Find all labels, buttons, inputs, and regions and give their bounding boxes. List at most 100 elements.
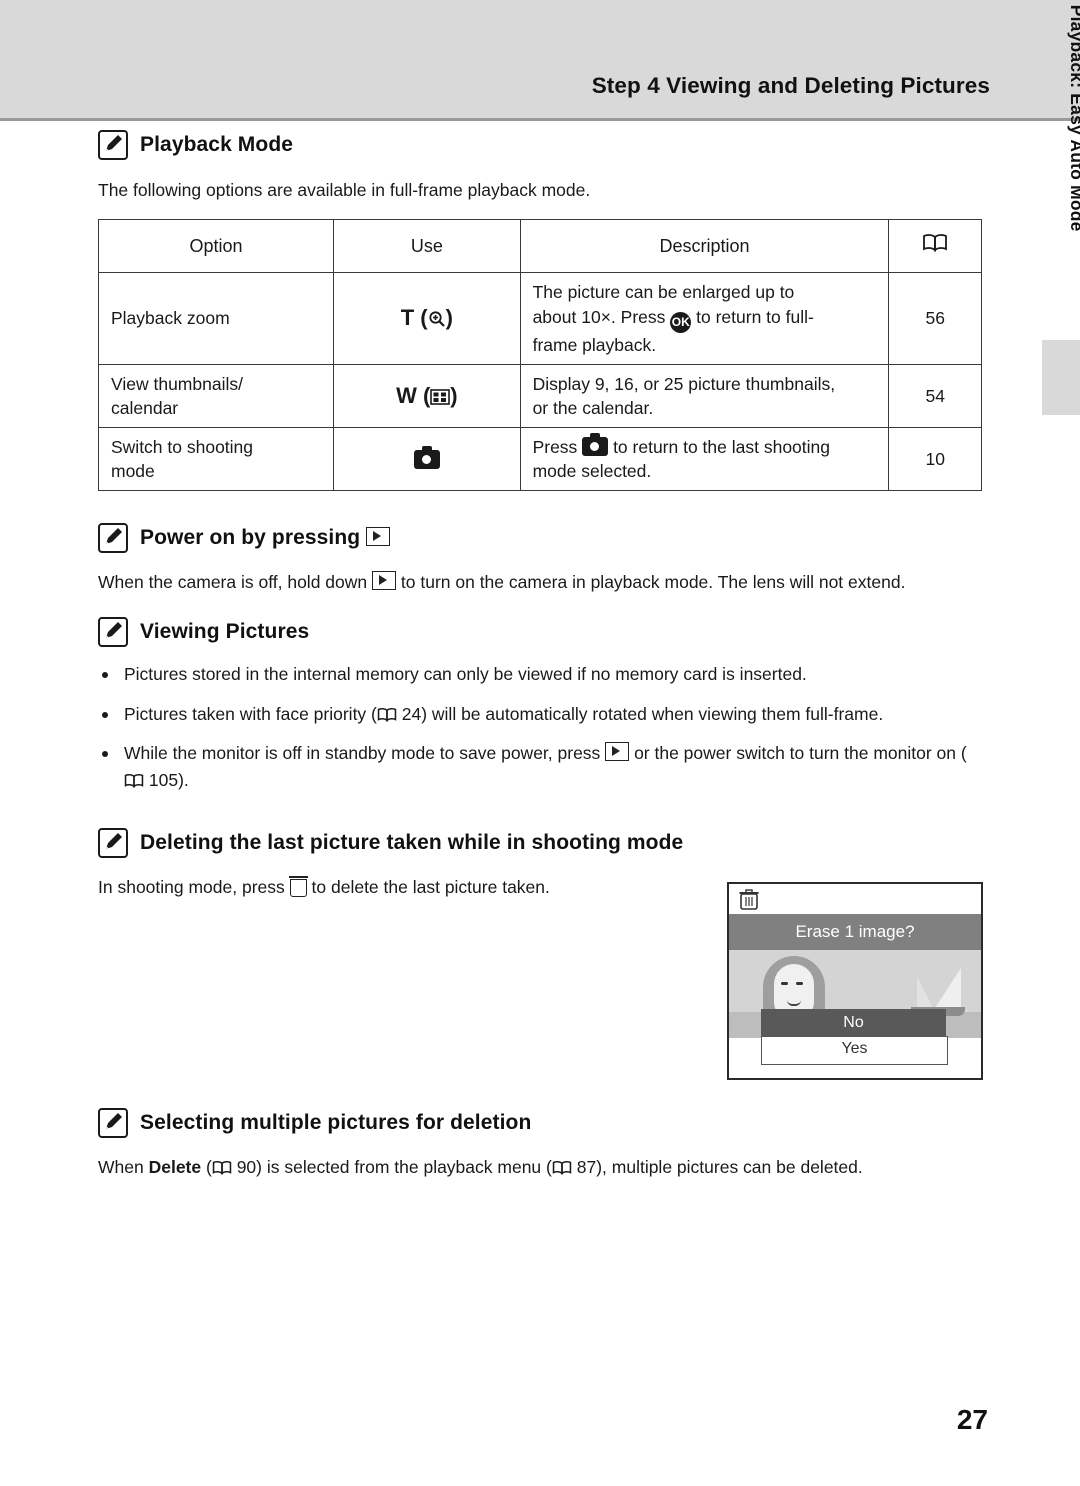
bullet-page-ref: 105 xyxy=(148,769,179,790)
section-heading-playback-mode: Playback Mode xyxy=(98,130,983,160)
playback-button-icon xyxy=(366,527,391,547)
cell-page-ref: 56 xyxy=(888,272,982,365)
power-on-body: When the camera is off, hold down to tur… xyxy=(98,569,983,595)
desc-line-1: The picture can be enlarged up to xyxy=(532,282,795,303)
page-number: 27 xyxy=(956,1404,988,1435)
body-text-post: to delete the last picture taken. xyxy=(311,876,550,897)
desc-line-2: mode selected. xyxy=(532,461,652,482)
camera-screen-illustration: Erase 1 image? No Yes xyxy=(727,882,983,1080)
col-header-use: Use xyxy=(333,219,521,274)
table-header-row: Option Use Description xyxy=(97,219,982,274)
desc-line-3: frame playback. xyxy=(532,334,657,355)
section-title-text: Power on by pressing xyxy=(140,526,361,550)
pencil-note-icon xyxy=(98,130,128,160)
section-heading-selecting-multiple: Selecting multiple pictures for deletion xyxy=(98,1108,983,1139)
body-text-pre: When xyxy=(98,1157,144,1178)
table-row: Playback zoom T ( ) The picture can be e… xyxy=(97,272,982,365)
playback-button-icon xyxy=(605,741,630,761)
scene-eye-right xyxy=(796,982,803,985)
cell-option-playback-zoom: Playback zoom xyxy=(97,272,335,365)
erase-prompt-label: Erase 1 image? xyxy=(729,914,981,950)
body-text-mid2: ) is selected from the playback menu ( xyxy=(256,1157,552,1178)
option-line-2: calendar xyxy=(111,397,179,418)
bullet-page-ref: 24 xyxy=(401,703,422,724)
chapter-title: Step 4 Viewing and Deleting Pictures xyxy=(591,73,990,98)
camera-mode-icon xyxy=(582,432,609,456)
cell-use-camera-mode xyxy=(333,426,521,492)
option-line-1: Switch to shooting xyxy=(111,436,254,457)
trash-icon xyxy=(288,875,308,897)
desc-line-1-pre: Press xyxy=(532,436,578,457)
scene-eye-left xyxy=(781,982,788,985)
book-icon xyxy=(124,770,144,790)
desc-line-1: Display 9, 16, or 25 picture thumbnails, xyxy=(532,373,836,394)
book-icon xyxy=(377,704,397,724)
cell-use-wide-thumbnails: W ( ) xyxy=(333,363,521,428)
list-item: Pictures stored in the internal memory c… xyxy=(98,661,983,688)
header-divider xyxy=(0,118,1080,121)
page-header-band: Step 4 Viewing and Deleting Pictures xyxy=(0,0,1080,119)
camera-mode-icon xyxy=(413,445,440,469)
viewing-pictures-bullets: Pictures stored in the internal memory c… xyxy=(98,661,983,794)
bullet-text-pre: Pictures taken with face priority ( xyxy=(124,703,377,724)
power-on-text-2: to turn on the camera in playback mode. … xyxy=(400,572,906,593)
magnifier-plus-icon: ( ) xyxy=(420,305,453,331)
bullet-text-post: ). xyxy=(178,769,189,790)
desc-line-2-post: to return to full- xyxy=(696,306,814,327)
body-text-bold: Delete xyxy=(148,1157,202,1178)
col-header-page xyxy=(888,219,982,274)
body-page-ref-2: 87 xyxy=(576,1157,597,1178)
desc-line-2-pre: about 10×. Press xyxy=(532,306,666,327)
bullet-text-pre: While the monitor is off in standby mode… xyxy=(124,742,601,763)
erase-option-no[interactable]: No xyxy=(761,1009,946,1036)
cell-page-ref: 54 xyxy=(888,363,982,428)
side-tab-label: Basic Photography and Playback: Easy Aut… xyxy=(1067,0,1080,232)
option-line-1: View thumbnails/ xyxy=(111,373,243,394)
playback-button-icon xyxy=(372,571,397,591)
scene-sail-small xyxy=(917,976,933,1008)
table-row: Switch to shooting mode Press to return … xyxy=(97,426,982,492)
cell-option-view-thumbnails: View thumbnails/ calendar xyxy=(97,363,335,428)
section-title: Power on by pressing xyxy=(140,526,391,550)
option-line-2: mode xyxy=(111,461,155,482)
section-intro-text: The following options are available in f… xyxy=(98,180,591,200)
col-header-description: Description xyxy=(519,219,890,274)
section-heading-power-on: Power on by pressing xyxy=(98,523,983,554)
section-heading-deleting-last-picture: Deleting the last picture taken while in… xyxy=(98,827,983,858)
desc-line-2: or the calendar. xyxy=(532,397,654,418)
bullet-text-post: ) will be automatically rotated when vie… xyxy=(421,703,884,724)
body-text-pre: In shooting mode, press xyxy=(98,876,285,897)
manual-page: Step 4 Viewing and Deleting Pictures Bas… xyxy=(0,0,1080,1486)
table-row: View thumbnails/ calendar W () Display … xyxy=(97,363,982,428)
pencil-note-icon xyxy=(98,1108,128,1139)
selecting-multiple-body: When Delete ( 90) is selected from the p… xyxy=(98,1154,983,1180)
pencil-note-icon xyxy=(98,617,128,648)
cell-description-playback-zoom: The picture can be enlarged up to about … xyxy=(519,272,890,365)
body-page-ref-1: 90 xyxy=(236,1157,257,1178)
ok-button-icon: OK xyxy=(670,311,692,333)
cell-description-view-thumbnails: Display 9, 16, or 25 picture thumbnails,… xyxy=(519,363,890,428)
trash-icon xyxy=(739,889,759,916)
pencil-note-icon xyxy=(98,523,128,554)
bullet-text-mid: or the power switch to turn the monitor … xyxy=(634,742,967,763)
section-heading-viewing-pictures: Viewing Pictures xyxy=(98,617,983,648)
section-title: Playback Mode xyxy=(140,133,294,156)
section-title: Selecting multiple pictures for deletion xyxy=(140,1111,532,1135)
body-text-post: ), multiple pictures can be deleted. xyxy=(596,1157,863,1178)
scene-sail-large xyxy=(935,968,961,1008)
playback-options-table: Option Use Description Playback zoom T (… xyxy=(97,219,982,492)
tele-key-label: T xyxy=(400,305,415,331)
cell-page-ref: 10 xyxy=(888,426,982,492)
cell-option-switch-shooting: Switch to shooting mode xyxy=(97,426,335,492)
book-icon xyxy=(922,233,948,259)
cell-description-switch-shooting: Press to return to the last shooting mod… xyxy=(519,426,890,492)
book-icon xyxy=(212,1157,232,1177)
thumbnail-grid-icon: ( ) xyxy=(422,382,458,408)
wide-key-label: W xyxy=(396,382,417,408)
erase-option-yes[interactable]: Yes xyxy=(761,1036,948,1065)
section-title: Viewing Pictures xyxy=(140,620,310,644)
power-on-text-1: When the camera is off, hold down xyxy=(98,572,368,593)
camera-screen-topbar xyxy=(729,884,981,914)
book-icon xyxy=(552,1157,572,1177)
list-item: While the monitor is off in standby mode… xyxy=(98,740,983,794)
